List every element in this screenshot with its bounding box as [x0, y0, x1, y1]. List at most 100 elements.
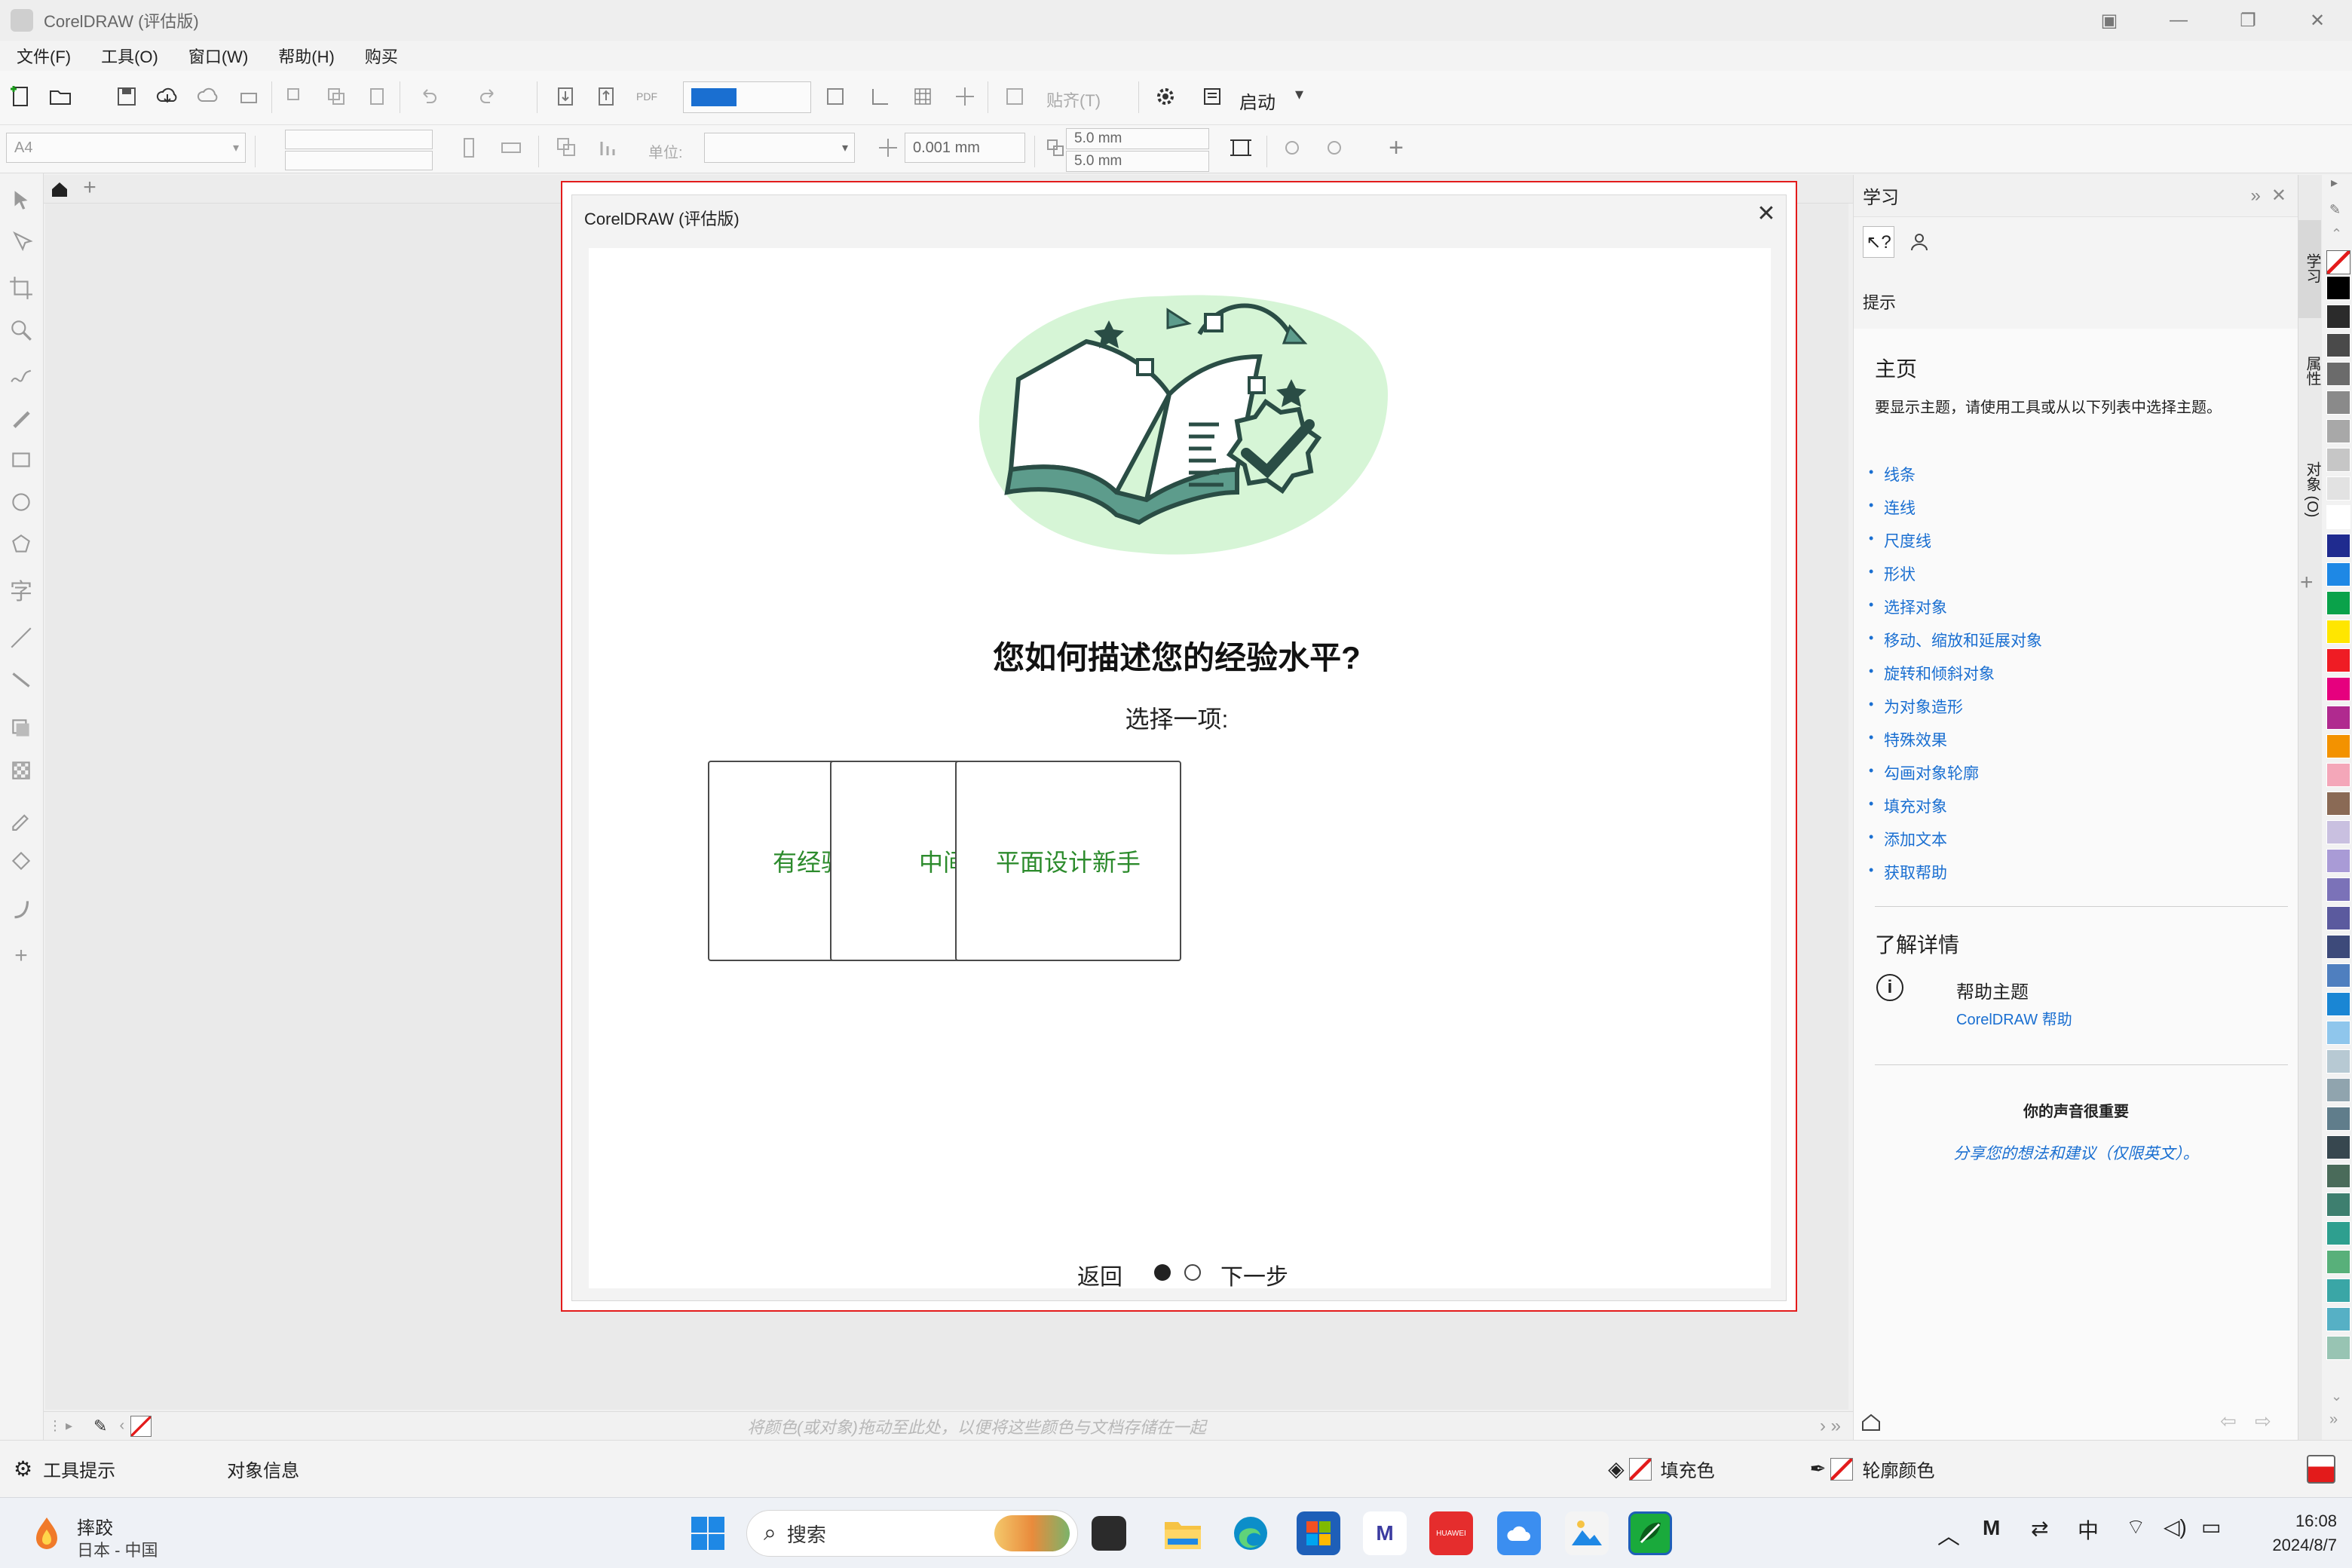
pick-tool-icon[interactable] — [8, 187, 35, 214]
current-page-icon[interactable] — [596, 134, 623, 161]
color-management-icon[interactable] — [2307, 1454, 2335, 1484]
back-button[interactable]: 返回 — [1077, 1258, 1122, 1291]
huawei-pc-manager-icon[interactable]: M — [1363, 1511, 1407, 1555]
add-icon[interactable]: + — [1383, 133, 1410, 162]
export-pdf-button[interactable]: PDF — [633, 83, 660, 110]
docker-close-icon[interactable]: ✕ — [2271, 185, 2286, 207]
objects-side-tab[interactable]: 对象 (O) — [2298, 439, 2321, 544]
full-screen-preview-icon[interactable] — [822, 83, 849, 110]
next-button[interactable]: 下一步 — [1220, 1258, 1288, 1291]
color-swatch[interactable] — [2326, 1336, 2350, 1360]
cloud-app-icon[interactable] — [1497, 1511, 1541, 1555]
guidelines-icon[interactable] — [951, 83, 978, 110]
color-swatch[interactable] — [2326, 362, 2350, 386]
color-swatch[interactable] — [2326, 1049, 2350, 1073]
color-swatch[interactable] — [2326, 476, 2350, 501]
options-gear-icon[interactable] — [1152, 83, 1179, 110]
zoom-level-field[interactable] — [683, 81, 811, 113]
docker-home-icon[interactable] — [1860, 1411, 1882, 1434]
print-icon[interactable] — [235, 83, 262, 110]
save-icon[interactable] — [113, 83, 140, 110]
paste-icon[interactable] — [363, 83, 390, 110]
topic-link[interactable]: 旋转和倾斜对象 — [1884, 662, 1995, 684]
rectangle-tool-icon[interactable] — [8, 446, 35, 473]
launch-icon[interactable] — [1199, 83, 1226, 110]
snap-icon[interactable] — [1001, 83, 1028, 110]
palette-scroll-down-icon[interactable]: ⌄ — [2331, 1389, 2342, 1404]
option-beginner[interactable]: 平面设计新手 — [955, 761, 1181, 961]
page-size-select[interactable]: A4 ▾ — [6, 133, 246, 163]
color-swatch[interactable] — [2326, 1164, 2350, 1188]
show-hidden-icons-icon[interactable]: ︿ — [1937, 1517, 1960, 1551]
color-swatch[interactable] — [2326, 276, 2350, 300]
learn-side-tab[interactable]: 学习 — [2298, 220, 2321, 318]
photos-app-icon[interactable] — [1565, 1511, 1609, 1555]
add-tool-icon[interactable]: + — [8, 942, 35, 969]
grid-icon[interactable] — [909, 83, 936, 110]
properties-side-tab[interactable]: 属性 — [2298, 333, 2321, 424]
drop-shadow-tool-icon[interactable] — [8, 715, 35, 742]
menu-help[interactable]: 帮助(H) — [278, 44, 335, 68]
color-swatch[interactable] — [2326, 562, 2350, 586]
topic-link[interactable]: 形状 — [1884, 562, 1916, 585]
no-color-swatch[interactable] — [130, 1415, 152, 1437]
color-swatch[interactable] — [2326, 963, 2350, 988]
clock-time[interactable]: 16:08 — [2246, 1511, 2337, 1531]
topic-link[interactable]: 移动、缩放和延展对象 — [1884, 629, 2042, 651]
restore-layout-icon[interactable]: ▣ — [2075, 0, 2144, 41]
color-swatch[interactable] — [2326, 992, 2350, 1016]
snap-to-label[interactable]: 贴齐(T) — [1046, 87, 1101, 112]
topic-link[interactable]: 特殊效果 — [1884, 728, 1947, 751]
topic-link[interactable]: 勾画对象轮廓 — [1884, 761, 1979, 784]
battery-icon[interactable]: ▭ — [2201, 1514, 2221, 1539]
file-explorer-icon[interactable] — [1161, 1511, 1205, 1555]
duplicate-y-field[interactable]: 5.0 mm — [1066, 151, 1209, 172]
gear-icon[interactable]: ⚙ — [14, 1456, 32, 1481]
color-swatch[interactable] — [2326, 534, 2350, 558]
palette-eyedropper-icon[interactable]: ✎ — [2329, 202, 2341, 218]
import-icon[interactable] — [552, 83, 579, 110]
color-swatch[interactable] — [2326, 648, 2350, 672]
color-swatch[interactable] — [2326, 591, 2350, 615]
palette-expand-icon[interactable]: » — [2329, 1411, 2338, 1429]
shape-tool-icon[interactable] — [8, 229, 35, 256]
dimension-tool-icon[interactable] — [8, 624, 35, 651]
topic-link[interactable]: 线条 — [1884, 463, 1916, 485]
nudge-distance-field[interactable]: 0.001 mm — [905, 133, 1025, 163]
portrait-icon[interactable] — [455, 134, 482, 161]
interactive-fill-tool-icon[interactable] — [8, 847, 35, 874]
export-icon[interactable] — [593, 83, 620, 110]
crop-tool-icon[interactable] — [8, 274, 35, 302]
color-swatch[interactable] — [2326, 1078, 2350, 1102]
color-swatch[interactable] — [2326, 1021, 2350, 1045]
outline-color-swatch[interactable] — [1830, 1457, 1854, 1481]
zoom-tool-icon[interactable] — [8, 317, 35, 344]
color-swatch[interactable] — [2326, 849, 2350, 873]
color-swatch[interactable] — [2326, 1250, 2350, 1274]
windows-start-icon[interactable] — [686, 1511, 730, 1555]
artistic-media-tool-icon[interactable] — [8, 404, 35, 431]
color-swatch[interactable] — [2326, 1279, 2350, 1303]
tray-settings-icon[interactable]: ⇄ — [2031, 1516, 2048, 1541]
tray-manager-icon[interactable]: M — [1983, 1516, 2000, 1540]
polygon-tool-icon[interactable] — [8, 531, 35, 558]
units-select[interactable]: ▾ — [704, 133, 855, 163]
color-swatch[interactable] — [2326, 1107, 2350, 1131]
new-tab-icon[interactable]: + — [77, 175, 103, 201]
launch-label[interactable]: 启动 — [1239, 87, 1276, 114]
color-swatch[interactable] — [2326, 333, 2350, 357]
new-document-icon[interactable] — [8, 83, 35, 110]
topic-link[interactable]: 为对象造形 — [1884, 695, 1963, 718]
freehand-tool-icon[interactable] — [8, 362, 35, 389]
clock-date[interactable]: 2024/8/7 — [2246, 1536, 2337, 1555]
fill-color-swatch[interactable] — [1628, 1457, 1652, 1481]
eyedropper-tool-icon[interactable] — [8, 805, 35, 832]
volume-icon[interactable]: ◁) — [2164, 1514, 2187, 1539]
topic-link[interactable]: 选择对象 — [1884, 596, 1947, 618]
docker-forward-icon[interactable]: ⇨ — [2255, 1410, 2271, 1433]
color-swatch[interactable] — [2326, 677, 2350, 701]
color-swatch[interactable] — [2326, 763, 2350, 787]
coreldraw-taskbar-icon[interactable] — [1628, 1511, 1672, 1555]
docker-back-icon[interactable]: ⇦ — [2220, 1410, 2237, 1433]
docker-collapse-icon[interactable]: » — [2251, 185, 2261, 207]
